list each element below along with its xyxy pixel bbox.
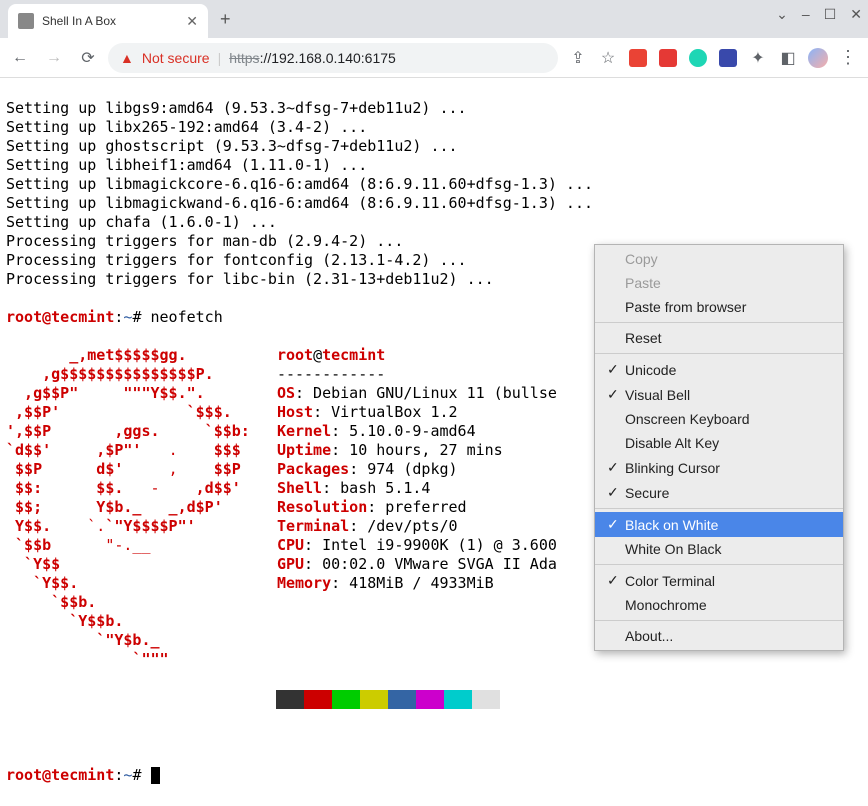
side-panel-icon[interactable]: ◧	[778, 48, 798, 68]
nav-back-button[interactable]: ←	[6, 44, 34, 72]
context-menu-item[interactable]: ✓Color Terminal	[595, 568, 843, 593]
window-minimize-button[interactable]: –	[802, 6, 810, 23]
context-menu-item[interactable]: ✓Unicode	[595, 357, 843, 382]
browser-tab[interactable]: Shell In A Box ✕	[8, 4, 208, 38]
browser-titlebar: Shell In A Box ✕ + ⌄ – ☐ ✕	[0, 0, 868, 38]
context-menu-item[interactable]: ✓Visual Bell	[595, 382, 843, 407]
bookmark-star-icon[interactable]: ☆	[598, 48, 618, 68]
context-menu-item[interactable]: Disable Alt Key	[595, 431, 843, 455]
context-menu-item[interactable]: Monochrome	[595, 593, 843, 617]
new-tab-button[interactable]: +	[220, 9, 231, 30]
window-maximize-button[interactable]: ☐	[824, 6, 837, 23]
context-menu-item: Copy	[595, 247, 843, 271]
window-close-button[interactable]: ✕	[850, 6, 862, 23]
tab-favicon	[18, 13, 34, 29]
browser-menu-button[interactable]: ⋮	[838, 48, 858, 68]
context-menu: CopyPastePaste from browser Reset ✓Unicode…	[594, 244, 844, 651]
extension-2-icon[interactable]	[658, 48, 678, 68]
context-menu-item[interactable]: ✓Blinking Cursor	[595, 455, 843, 480]
profile-avatar[interactable]	[808, 48, 828, 68]
browser-toolbar: ← → ⟳ ▲ Not secure | https://192.168.0.1…	[0, 38, 868, 78]
terminal-cursor	[151, 767, 160, 784]
context-menu-item[interactable]: About...	[595, 624, 843, 648]
context-menu-item[interactable]: White On Black	[595, 537, 843, 561]
context-menu-item[interactable]: Onscreen Keyboard	[595, 407, 843, 431]
nav-forward-button[interactable]: →	[40, 44, 68, 72]
not-secure-label: Not secure	[142, 50, 210, 66]
nav-reload-button[interactable]: ⟳	[74, 44, 102, 72]
extensions-puzzle-icon[interactable]: ✦	[748, 48, 768, 68]
url-separator: |	[218, 50, 222, 66]
tab-close-button[interactable]: ✕	[186, 13, 198, 30]
tab-title: Shell In A Box	[42, 14, 178, 28]
toolbar-actions: ⇪ ☆ ✦ ◧ ⋮	[564, 48, 862, 68]
not-secure-icon: ▲	[120, 50, 134, 66]
extension-4-icon[interactable]	[718, 48, 738, 68]
window-chevron-button[interactable]: ⌄	[776, 6, 788, 23]
blank-line	[6, 728, 862, 747]
window-controls: ⌄ – ☐ ✕	[776, 6, 862, 23]
context-menu-item[interactable]: ✓Black on White	[595, 512, 843, 537]
context-menu-item[interactable]: ✓Secure	[595, 480, 843, 505]
prompt-line-2: root@tecmint:~#	[6, 766, 862, 785]
url-text: https://192.168.0.140:6175	[229, 50, 396, 66]
context-menu-item[interactable]: Reset	[595, 326, 843, 350]
color-swatch-row	[6, 690, 862, 709]
address-bar[interactable]: ▲ Not secure | https://192.168.0.140:617…	[108, 43, 558, 73]
context-menu-item: Paste	[595, 271, 843, 295]
context-menu-item[interactable]: Paste from browser	[595, 295, 843, 319]
extension-1-icon[interactable]	[628, 48, 648, 68]
share-icon[interactable]: ⇪	[568, 48, 588, 68]
extension-3-icon[interactable]	[688, 48, 708, 68]
